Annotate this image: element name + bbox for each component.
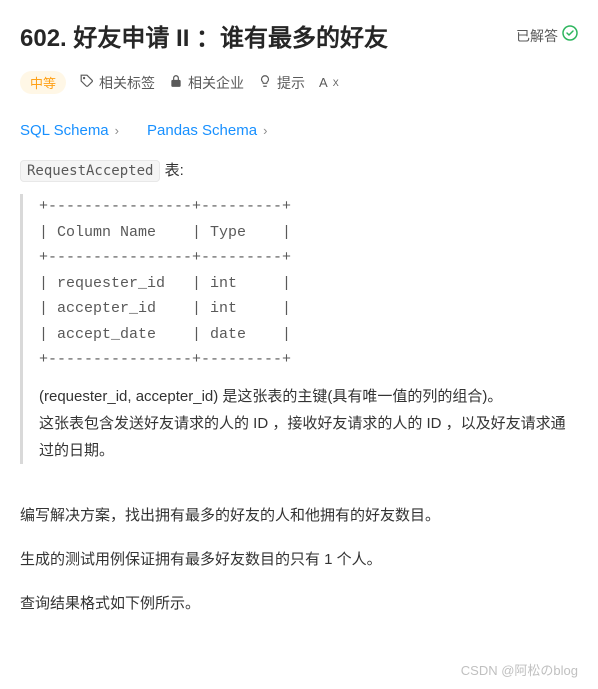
related-tags-label: 相关标签 [99, 73, 155, 93]
table-desc-2: 这张表包含发送好友请求的人的 ID ，接收好友请求的人的 ID ，以及好友请求通… [39, 410, 578, 464]
difficulty-badge: 中等 [20, 71, 66, 94]
related-companies-button[interactable]: 相关企业 [169, 73, 244, 93]
body-paragraph-3: 查询结果格式如下例所示。 [20, 592, 578, 616]
pandas-schema-link[interactable]: Pandas Schema › [147, 122, 267, 139]
table-name-line: RequestAccepted 表: [20, 159, 578, 180]
table-suffix: 表: [160, 162, 183, 179]
lightbulb-icon [258, 74, 272, 91]
fontsize-button[interactable]: AX [319, 75, 339, 90]
schema-row: SQL Schema › Pandas Schema › [20, 122, 578, 139]
table-block: +----------------+---------+ | Column Na… [20, 194, 578, 464]
watermark: CSDN @阿松のblog [461, 660, 578, 679]
body-paragraph-1: 编写解决方案，找出拥有最多的好友的人和他拥有的好友数目。 [20, 504, 578, 528]
hint-button[interactable]: 提示 [258, 73, 305, 93]
related-tags-button[interactable]: 相关标签 [80, 73, 155, 93]
solved-status: 已解答 [516, 25, 578, 46]
pandas-schema-label: Pandas Schema [147, 122, 257, 139]
tags-row: 中等 相关标签 相关企业 提示 AX [20, 71, 578, 94]
sql-schema-link[interactable]: SQL Schema › [20, 122, 119, 139]
tag-icon [80, 74, 94, 91]
related-companies-label: 相关企业 [188, 73, 244, 93]
table-diagram: +----------------+---------+ | Column Na… [39, 194, 578, 373]
lock-icon [169, 74, 183, 91]
chevron-right-icon: › [115, 123, 119, 138]
chevron-right-icon: › [263, 123, 267, 138]
table-name-code: RequestAccepted [20, 160, 160, 182]
body-paragraph-2: 生成的测试用例保证拥有最多好友数目的只有 1 个人。 [20, 548, 578, 572]
check-icon [562, 25, 578, 46]
page-title: 602. 好友申请 II ：谁有最多的好友 [20, 18, 388, 53]
solved-label: 已解答 [516, 26, 558, 46]
sql-schema-label: SQL Schema [20, 122, 109, 139]
hint-label: 提示 [277, 73, 305, 93]
table-desc-1: (requester_id, accepter_id) 是这张表的主键(具有唯一… [39, 383, 578, 410]
